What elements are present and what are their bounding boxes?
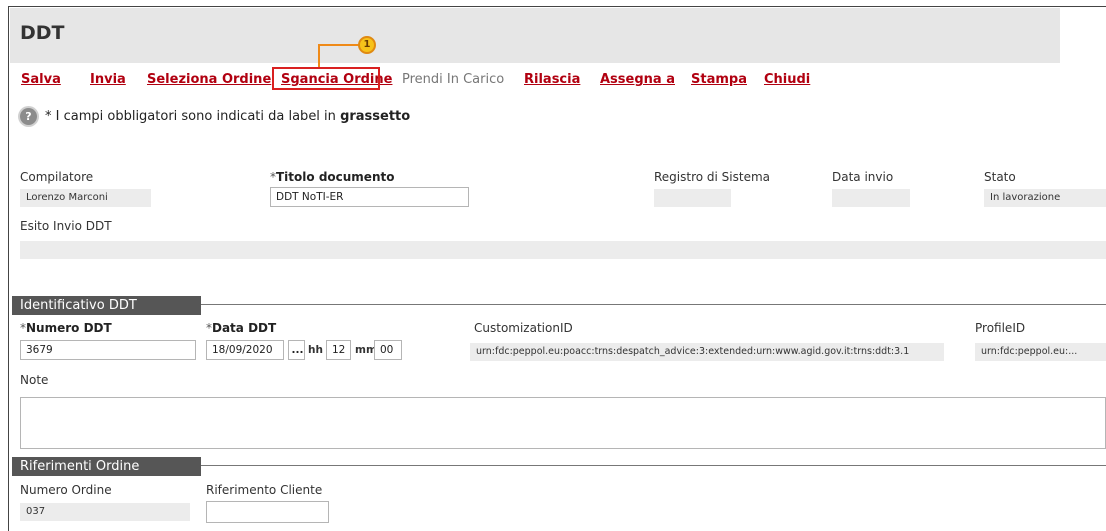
required-note-text: * I campi obbligatori sono indicati da l… (45, 109, 336, 124)
numero-ddt-input[interactable]: 3679 (20, 340, 196, 360)
esito-invio-field (20, 241, 1106, 259)
stampa-button[interactable]: Stampa (691, 72, 747, 87)
riferimento-cliente-input[interactable] (206, 501, 329, 523)
required-note-bold: grassetto (340, 109, 411, 124)
data-invio-field (832, 189, 910, 207)
title-bar: DDT (10, 8, 1060, 63)
hh-label: hh (308, 344, 323, 356)
stato-field: In lavorazione (984, 189, 1106, 207)
compilatore-label: Compilatore (20, 170, 94, 184)
hour-input[interactable]: 12 (326, 340, 351, 360)
callout-number-badge: 1 (358, 36, 376, 54)
profile-id-label: ProfileID (975, 321, 1026, 335)
callout-connector-vertical (318, 44, 320, 67)
data-ddt-label-text: Data DDT (212, 321, 277, 335)
section-riferimenti-header: Riferimenti Ordine (12, 457, 201, 476)
data-invio-label: Data invio (832, 170, 894, 184)
invia-button[interactable]: Invia (90, 72, 126, 87)
stato-label: Stato (984, 170, 1016, 184)
esito-invio-label: Esito Invio DDT (20, 219, 112, 233)
prendi-in-carico-button[interactable]: Prendi In Carico (402, 72, 504, 87)
page-title: DDT (20, 22, 65, 44)
registro-field (654, 189, 731, 207)
calendar-picker-button[interactable]: ... (288, 340, 305, 360)
registro-label: Registro di Sistema (654, 170, 771, 184)
data-ddt-label: *Data DDT (206, 321, 276, 335)
titolo-documento-label: *Titolo documento (270, 170, 394, 184)
riferimento-cliente-label: Riferimento Cliente (206, 483, 323, 497)
note-textarea[interactable] (20, 397, 1106, 449)
section-identificativo-header: Identificativo DDT (12, 296, 201, 315)
titolo-documento-label-text: Titolo documento (276, 170, 395, 184)
help-icon[interactable]: ? (20, 108, 37, 125)
profile-id-field: urn:fdc:peppol.eu:... (975, 343, 1106, 361)
compilatore-field: Lorenzo Marconi (20, 189, 151, 207)
section-divider (201, 465, 1106, 466)
callout-connector-horizontal (319, 44, 359, 46)
data-ddt-input[interactable]: 18/09/2020 (206, 340, 284, 360)
required-fields-note: ? * I campi obbligatori sono indicati da… (20, 108, 410, 125)
customization-id-field: urn:fdc:peppol.eu:poacc:trns:despatch_ad… (470, 343, 944, 361)
numero-ddt-label-text: Numero DDT (26, 321, 112, 335)
seleziona-ordine-button[interactable]: Seleziona Ordine (147, 72, 271, 87)
highlight-box (272, 67, 380, 90)
customization-id-label: CustomizationID (474, 321, 573, 335)
assegna-a-button[interactable]: Assegna a (600, 72, 675, 87)
salva-button[interactable]: Salva (21, 72, 61, 87)
minute-input[interactable]: 00 (374, 340, 402, 360)
section-divider (201, 304, 1106, 305)
numero-ordine-field: 037 (20, 503, 190, 521)
numero-ordine-label: Numero Ordine (20, 483, 112, 497)
titolo-documento-input[interactable]: DDT NoTI-ER (270, 187, 469, 207)
rilascia-button[interactable]: Rilascia (524, 72, 580, 87)
chiudi-button[interactable]: Chiudi (764, 72, 810, 87)
numero-ddt-label: *Numero DDT (20, 321, 112, 335)
note-label: Note (20, 373, 49, 387)
